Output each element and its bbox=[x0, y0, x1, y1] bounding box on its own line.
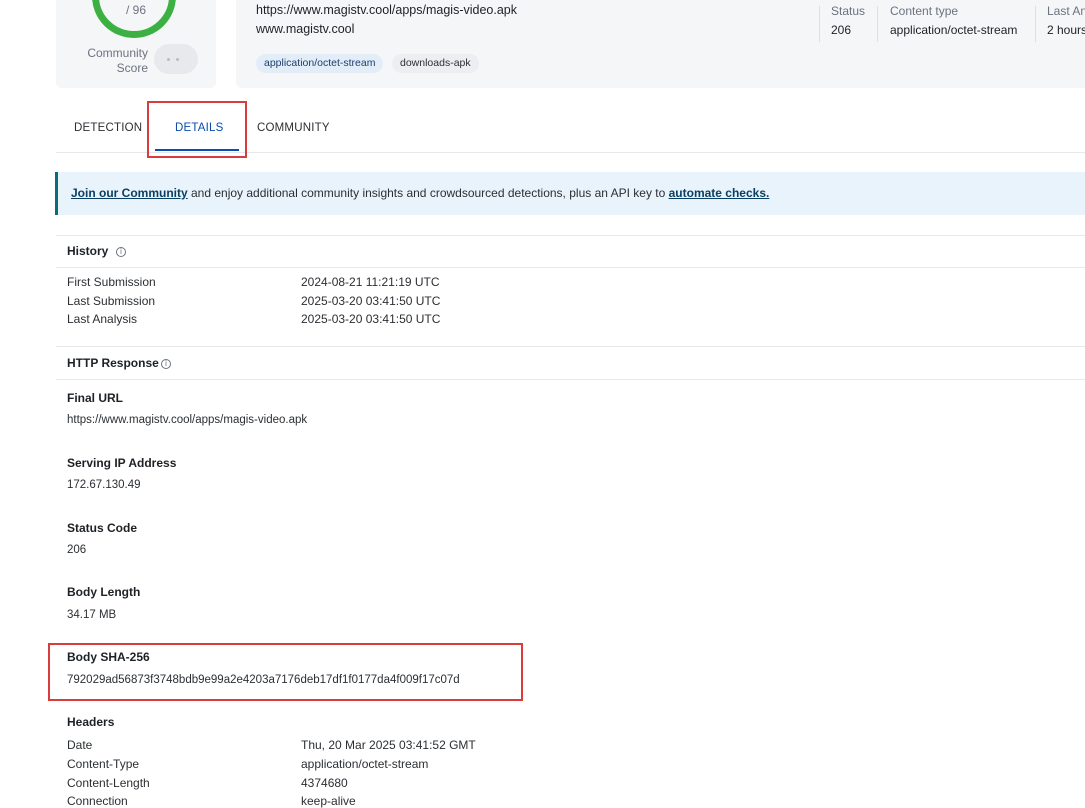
analyzed-url: https://www.magistv.cool/apps/magis-vide… bbox=[256, 3, 517, 17]
history-value: 2024-08-21 11:21:19 UTC bbox=[301, 275, 440, 289]
header-key: Content-Type bbox=[67, 757, 140, 771]
http-response-title: HTTP Response bbox=[67, 356, 159, 370]
content-type-label: Content type bbox=[890, 4, 959, 18]
history-key: Last Submission bbox=[67, 294, 156, 308]
serving-ip-label: Serving IP Address bbox=[67, 456, 177, 470]
divider bbox=[877, 6, 878, 42]
divider bbox=[56, 379, 1085, 380]
automate-checks-link[interactable]: automate checks. bbox=[669, 186, 770, 200]
body-length-value: 34.17 MB bbox=[67, 609, 117, 621]
history-key: First Submission bbox=[67, 275, 156, 289]
status-value: 206 bbox=[831, 23, 852, 37]
header-value: 4374680 bbox=[301, 776, 348, 790]
header-value: application/octet-stream bbox=[301, 757, 429, 771]
tag-chip[interactable]: downloads-apk bbox=[392, 54, 479, 73]
status-code-value: 206 bbox=[67, 544, 87, 556]
content-type-value: application/octet-stream bbox=[890, 23, 1018, 37]
status-code-label: Status Code bbox=[67, 521, 138, 535]
final-url-label: Final URL bbox=[67, 391, 123, 405]
join-community-link[interactable]: Join our Community bbox=[71, 186, 188, 200]
community-vote-toggle[interactable] bbox=[154, 44, 198, 74]
status-label: Status bbox=[831, 4, 866, 18]
header-key: Date bbox=[67, 738, 93, 752]
analyzed-domain: www.magistv.cool bbox=[256, 22, 355, 36]
header-key: Connection bbox=[67, 794, 128, 808]
header-value: keep-alive bbox=[301, 794, 356, 808]
community-score-label: Community Score bbox=[87, 46, 148, 75]
history-value: 2025-03-20 03:41:50 UTC bbox=[301, 312, 441, 326]
tab-community[interactable]: COMMUNITY bbox=[257, 122, 330, 134]
serving-ip-value: 172.67.130.49 bbox=[67, 479, 141, 491]
last-analysis-label: Last An bbox=[1047, 4, 1085, 18]
divider bbox=[819, 6, 820, 42]
history-key: Last Analysis bbox=[67, 312, 138, 326]
banner-text: Join our Community and enjoy additional … bbox=[71, 186, 770, 200]
highlight-box-sha256 bbox=[48, 643, 523, 701]
divider bbox=[56, 346, 1085, 347]
score-total: / 96 bbox=[126, 3, 147, 17]
body-length-label: Body Length bbox=[67, 585, 141, 599]
header-key: Content-Length bbox=[67, 776, 150, 790]
divider bbox=[1035, 6, 1036, 42]
tab-detection[interactable]: DETECTION bbox=[74, 122, 142, 134]
last-analysis-value: 2 hours bbox=[1047, 23, 1085, 37]
info-icon[interactable]: i bbox=[161, 359, 171, 369]
info-icon[interactable]: i bbox=[116, 247, 126, 257]
tag-chip[interactable]: application/octet-stream bbox=[256, 54, 384, 73]
history-value: 2025-03-20 03:41:50 UTC bbox=[301, 294, 441, 308]
divider bbox=[56, 267, 1085, 268]
header-value: Thu, 20 Mar 2025 03:41:52 GMT bbox=[301, 738, 476, 752]
highlight-box-details-tab bbox=[147, 101, 247, 158]
headers-title: Headers bbox=[67, 715, 115, 729]
history-title: History bbox=[67, 244, 109, 258]
final-url-value: https://www.magistv.cool/apps/magis-vide… bbox=[67, 414, 308, 426]
divider bbox=[56, 235, 1085, 236]
